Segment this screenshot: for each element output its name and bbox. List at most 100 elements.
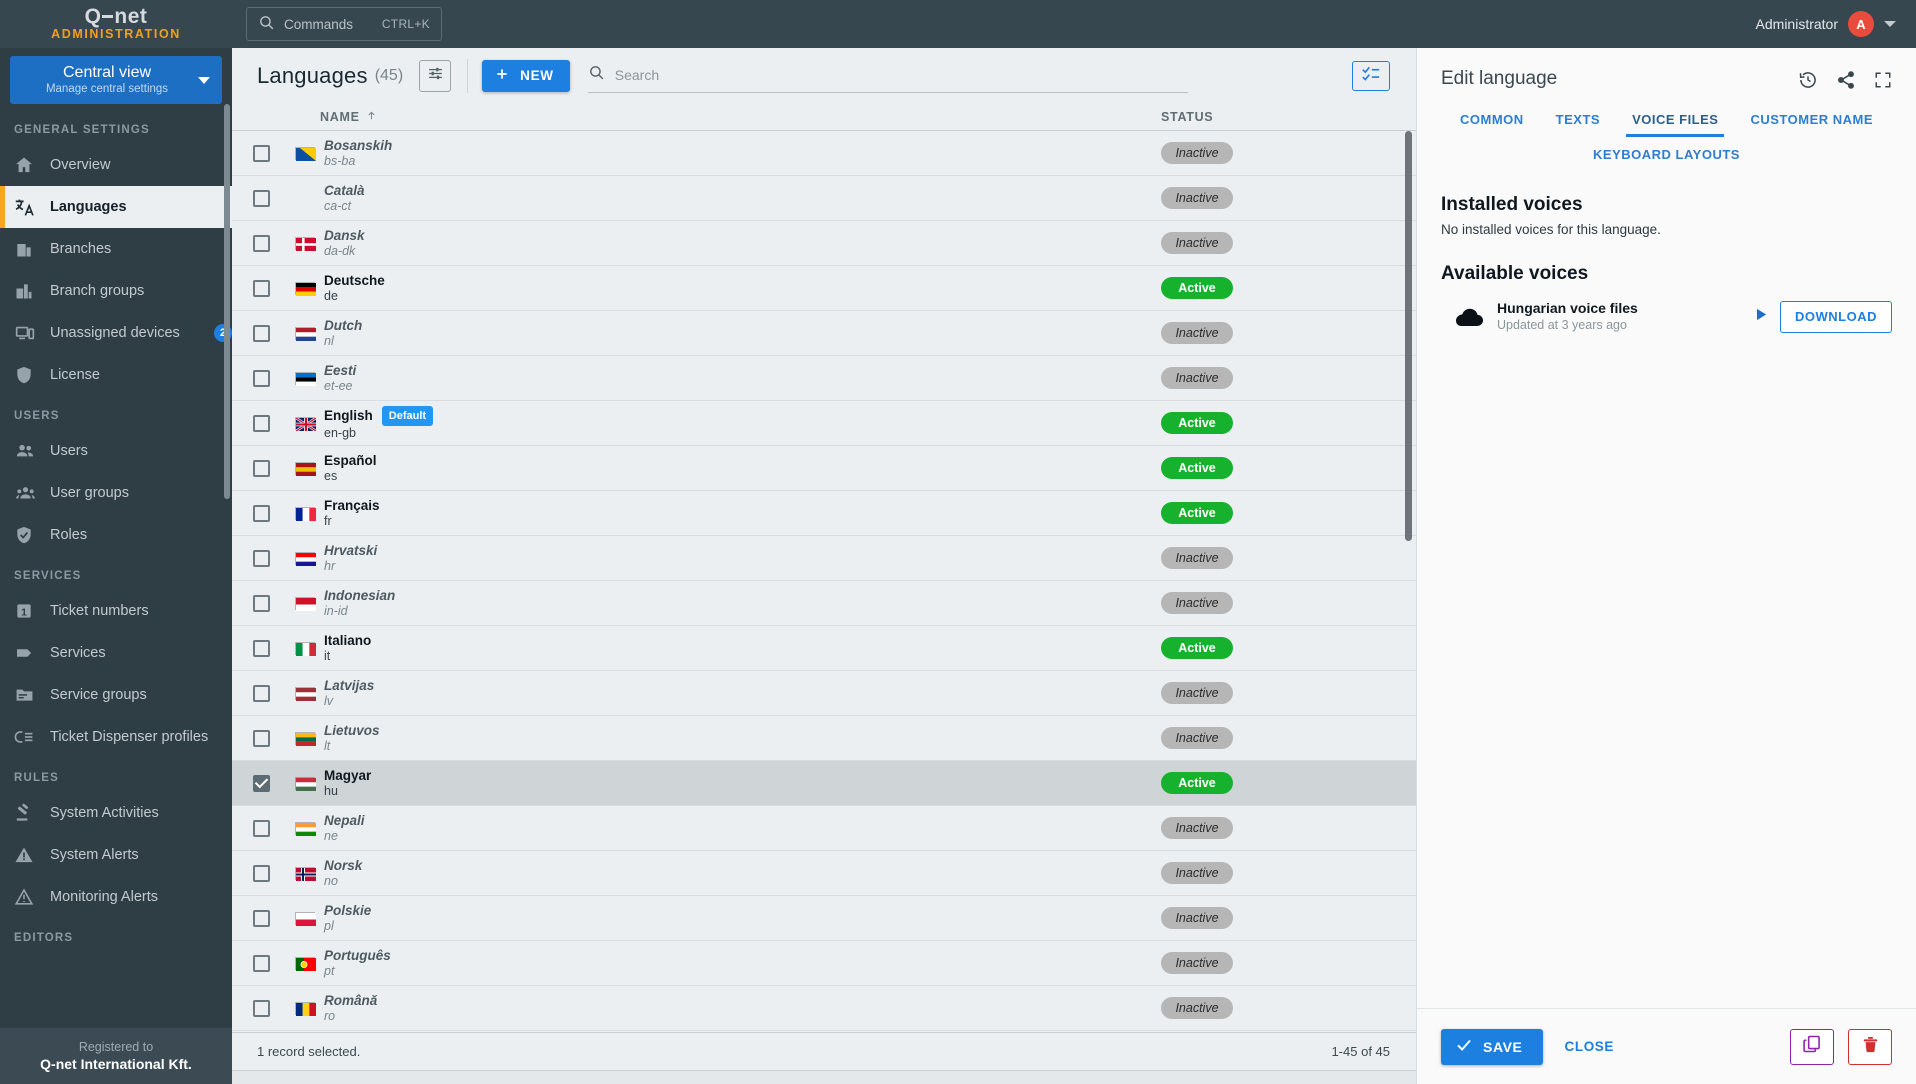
row-checkbox[interactable] (252, 954, 270, 972)
row-checkbox[interactable] (252, 459, 270, 477)
sidebar-item-branch-groups[interactable]: Branch groups (0, 270, 232, 312)
sidebar-item-monitoring-alerts[interactable]: Monitoring Alerts (0, 876, 232, 918)
row-checkbox[interactable] (252, 909, 270, 927)
row-checkbox-cell[interactable] (232, 144, 290, 162)
column-header-name[interactable]: NAME (320, 110, 377, 124)
row-checkbox[interactable] (252, 414, 270, 432)
row-checkbox-cell[interactable] (232, 324, 290, 342)
row-checkbox-cell[interactable] (232, 459, 290, 477)
table-row[interactable]: Dansk da-dk Inactive (232, 221, 1416, 266)
row-checkbox-cell[interactable] (232, 234, 290, 252)
row-checkbox-cell[interactable] (232, 369, 290, 387)
sidebar-item-users[interactable]: Users (0, 430, 232, 472)
copy-button[interactable] (1790, 1028, 1834, 1065)
row-checkbox[interactable] (252, 549, 270, 567)
table-row[interactable]: Eesti et-ee Inactive (232, 356, 1416, 401)
row-checkbox[interactable] (252, 504, 270, 522)
row-checkbox-cell[interactable] (232, 684, 290, 702)
table-row[interactable]: Dutch nl Inactive (232, 311, 1416, 356)
share-icon[interactable] (1836, 70, 1856, 90)
table-row[interactable]: Nepali ne Inactive (232, 806, 1416, 851)
sidebar-item-branches[interactable]: Branches (0, 228, 232, 270)
row-checkbox[interactable] (252, 234, 270, 252)
table-row[interactable]: Lietuvos lt Inactive (232, 716, 1416, 761)
row-checkbox[interactable] (252, 594, 270, 612)
table-row[interactable]: Norsk no Inactive (232, 851, 1416, 896)
table-row[interactable]: Català ca-ct Inactive (232, 176, 1416, 221)
row-checkbox[interactable] (252, 819, 270, 837)
table-row[interactable]: Deutsche de Active (232, 266, 1416, 311)
row-checkbox[interactable] (252, 999, 270, 1017)
sidebar-item-user-groups[interactable]: User groups (0, 472, 232, 514)
filter-settings-button[interactable] (419, 59, 452, 92)
user-menu[interactable]: Administrator A (1756, 11, 1916, 37)
table-row[interactable]: Polskie pl Inactive (232, 896, 1416, 941)
row-checkbox-cell[interactable] (232, 504, 290, 522)
row-checkbox-cell[interactable] (232, 954, 290, 972)
table-row[interactable]: Română ro Inactive (232, 986, 1416, 1031)
sidebar-item-services[interactable]: Services (0, 632, 232, 674)
sidebar-item-ticket-dispenser-profiles[interactable]: Ticket Dispenser profiles (0, 716, 232, 758)
sidebar-item-overview[interactable]: Overview (0, 144, 232, 186)
sidebar-item-unassigned-devices[interactable]: Unassigned devices 2 (0, 312, 232, 354)
central-view-switcher[interactable]: Central view Manage central settings (10, 56, 222, 104)
table-row[interactable]: Hrvatski hr Inactive (232, 536, 1416, 581)
tab-keyboard-layouts[interactable]: KEYBOARD LAYOUTS (1577, 139, 1756, 172)
row-checkbox-cell[interactable] (232, 414, 290, 432)
table-row[interactable]: Latvijas lv Inactive (232, 671, 1416, 716)
row-checkbox[interactable] (252, 369, 270, 387)
table-row[interactable]: Português pt Inactive (232, 941, 1416, 986)
search-input[interactable] (614, 67, 1188, 83)
row-checkbox-cell[interactable] (232, 549, 290, 567)
row-checkbox[interactable] (252, 684, 270, 702)
tab-texts[interactable]: TEXTS (1540, 104, 1616, 137)
row-checkbox-cell[interactable] (232, 639, 290, 657)
row-checkbox-cell[interactable] (232, 279, 290, 297)
download-voice-button[interactable]: DOWNLOAD (1780, 300, 1892, 333)
fullscreen-icon[interactable] (1874, 71, 1892, 89)
row-checkbox[interactable] (252, 774, 270, 792)
close-button[interactable]: CLOSE (1565, 1039, 1615, 1054)
sidebar-item-ticket-numbers[interactable]: 1 Ticket numbers (0, 590, 232, 632)
row-checkbox-cell[interactable] (232, 864, 290, 882)
sidebar-scrollbar[interactable] (224, 104, 230, 499)
table-row[interactable]: Indonesian in-id Inactive (232, 581, 1416, 626)
row-checkbox-cell[interactable] (232, 819, 290, 837)
sidebar-item-languages[interactable]: Languages (0, 186, 232, 228)
save-button[interactable]: SAVE (1441, 1028, 1543, 1065)
sidebar-item-system-alerts[interactable]: System Alerts (0, 834, 232, 876)
row-checkbox-cell[interactable] (232, 729, 290, 747)
sidebar-item-roles[interactable]: Roles (0, 514, 232, 556)
column-header-status[interactable]: STATUS (1161, 110, 1416, 124)
row-checkbox[interactable] (252, 279, 270, 297)
row-checkbox[interactable] (252, 864, 270, 882)
row-checkbox[interactable] (252, 324, 270, 342)
row-checkbox[interactable] (252, 189, 270, 207)
row-checkbox[interactable] (252, 144, 270, 162)
table-row[interactable]: Español es Active (232, 446, 1416, 491)
row-checkbox[interactable] (252, 639, 270, 657)
row-checkbox-cell[interactable] (232, 774, 290, 792)
tab-voice-files[interactable]: VOICE FILES (1616, 104, 1734, 137)
select-list-button[interactable] (1352, 60, 1390, 91)
new-button[interactable]: NEW (482, 59, 570, 92)
sidebar-item-system-activities[interactable]: System Activities (0, 792, 232, 834)
table-row[interactable]: English Default en-gb Active (232, 401, 1416, 446)
table-row[interactable]: Magyar hu Active (232, 761, 1416, 806)
sidebar-item-license[interactable]: License (0, 354, 232, 396)
tab-customer-name[interactable]: CUSTOMER NAME (1734, 104, 1889, 137)
table-row[interactable]: Français fr Active (232, 491, 1416, 536)
commands-palette-button[interactable]: Commands CTRL+K (246, 7, 442, 41)
table-row[interactable]: Italiano it Active (232, 626, 1416, 671)
row-checkbox[interactable] (252, 729, 270, 747)
sidebar-item-service-groups[interactable]: Service groups (0, 674, 232, 716)
play-voice-button[interactable] (1740, 306, 1780, 328)
table-row[interactable]: Bosanskih bs-ba Inactive (232, 131, 1416, 176)
row-checkbox-cell[interactable] (232, 189, 290, 207)
row-checkbox-cell[interactable] (232, 594, 290, 612)
delete-button[interactable] (1848, 1028, 1892, 1065)
row-checkbox-cell[interactable] (232, 909, 290, 927)
tab-common[interactable]: COMMON (1444, 104, 1540, 137)
row-checkbox-cell[interactable] (232, 999, 290, 1017)
history-icon[interactable] (1798, 70, 1818, 90)
